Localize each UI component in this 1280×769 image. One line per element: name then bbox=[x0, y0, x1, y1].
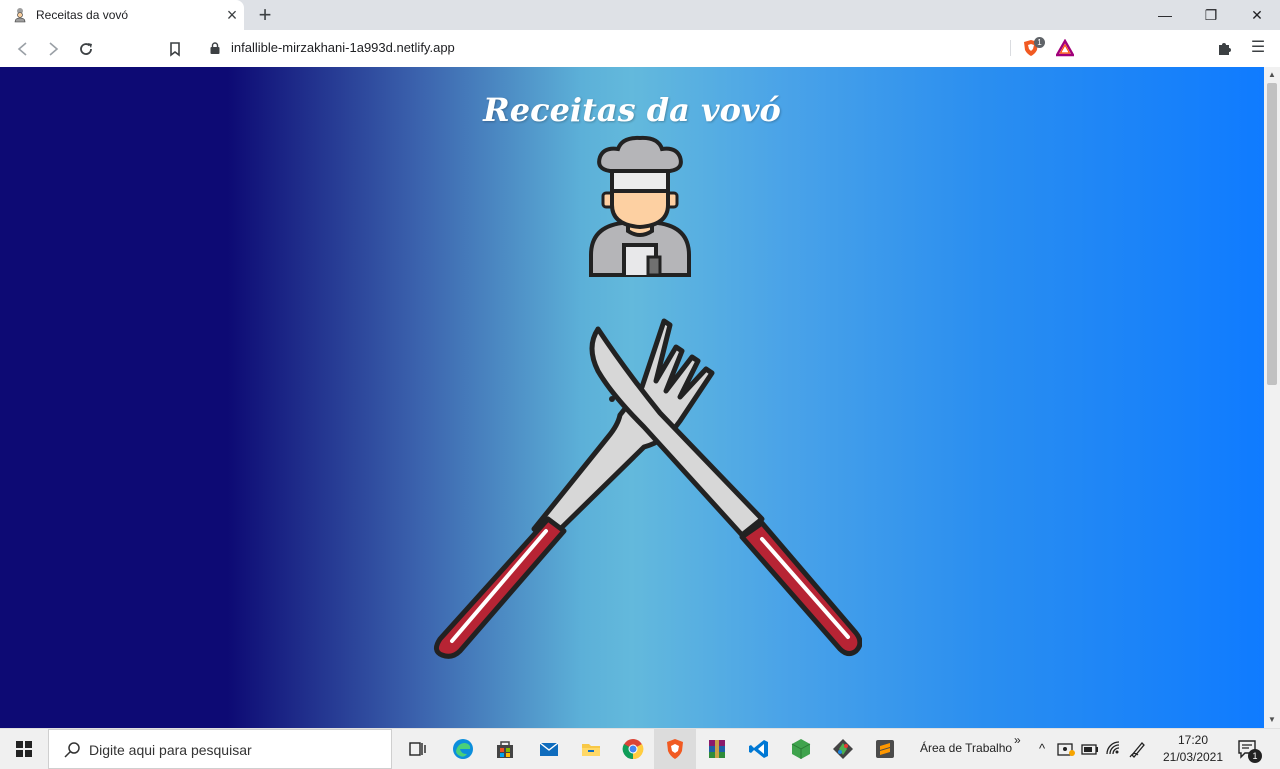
taskbar-app-file-explorer[interactable] bbox=[570, 729, 612, 769]
taskbar-app-store[interactable] bbox=[484, 729, 526, 769]
taskbar-app-edge[interactable] bbox=[442, 729, 484, 769]
forward-arrow-icon[interactable] bbox=[40, 36, 66, 62]
omnibox-divider bbox=[1010, 40, 1011, 56]
brave-icon bbox=[667, 739, 683, 759]
wifi-icon[interactable] bbox=[1104, 739, 1124, 759]
back-arrow-icon[interactable] bbox=[10, 36, 36, 62]
windows-taskbar: Digite aqui para pesquisar Área de Traba… bbox=[0, 728, 1280, 769]
taskbar-app-winrar[interactable] bbox=[696, 729, 738, 769]
shield-count-badge: 1 bbox=[1034, 37, 1045, 48]
taskbar-app-chrome[interactable] bbox=[612, 729, 654, 769]
browser-menu-icon[interactable]: ☰ bbox=[1248, 38, 1268, 58]
cube-icon bbox=[791, 739, 811, 759]
maximize-button[interactable]: ❐ bbox=[1188, 0, 1234, 30]
chef-illustration bbox=[589, 135, 691, 277]
extensions-puzzle-icon[interactable] bbox=[1215, 38, 1235, 58]
battery-icon[interactable] bbox=[1080, 739, 1100, 759]
chef-favicon-icon bbox=[14, 8, 26, 23]
new-tab-button[interactable]: + bbox=[254, 4, 276, 26]
git-icon bbox=[833, 739, 853, 759]
search-placeholder: Digite aqui para pesquisar bbox=[89, 742, 252, 758]
notification-count-badge: 1 bbox=[1248, 749, 1262, 763]
desktop-toolbar-chevron-icon[interactable]: » bbox=[1014, 733, 1021, 747]
clock-date[interactable]: 21/03/2021 bbox=[1160, 750, 1226, 764]
taskbar-app-git[interactable] bbox=[822, 729, 864, 769]
tab-title: Receitas da vovó bbox=[36, 8, 129, 22]
search-icon bbox=[64, 742, 80, 758]
bookmark-icon[interactable] bbox=[162, 36, 188, 62]
crossed-fork-and-knife-illustration bbox=[434, 318, 862, 659]
task-view-icon bbox=[409, 742, 426, 756]
clock-time[interactable]: 17:20 bbox=[1160, 733, 1226, 747]
browser-toolbar: infallible-mirzakhani-1a993d.netlify.app… bbox=[0, 30, 1280, 68]
taskbar-app-cube[interactable] bbox=[780, 729, 822, 769]
taskbar-app-mail[interactable] bbox=[528, 729, 570, 769]
pen-workspace-icon[interactable] bbox=[1128, 739, 1148, 759]
store-icon bbox=[497, 741, 513, 758]
sublime-text-icon bbox=[876, 740, 894, 758]
tab-close-icon[interactable]: × bbox=[222, 5, 242, 25]
mail-icon bbox=[539, 742, 559, 756]
winrar-icon bbox=[709, 740, 725, 758]
taskbar-app-sublime[interactable] bbox=[864, 729, 906, 769]
address-bar[interactable]: infallible-mirzakhani-1a993d.netlify.app… bbox=[198, 34, 1082, 62]
lock-icon bbox=[210, 42, 220, 54]
page-title: Receitas da vovó bbox=[483, 91, 781, 129]
tray-overflow-chevron-icon[interactable]: ^ bbox=[1032, 739, 1052, 759]
edge-icon bbox=[453, 739, 473, 759]
brave-rewards-icon[interactable] bbox=[1056, 39, 1074, 57]
page-scrollbar[interactable]: ▲ ▼ bbox=[1264, 67, 1280, 728]
vscode-icon bbox=[749, 740, 768, 758]
browser-tab[interactable]: Receitas da vovó × bbox=[0, 0, 244, 30]
meet-now-icon[interactable] bbox=[1056, 739, 1076, 759]
scroll-up-arrow-icon[interactable]: ▲ bbox=[1264, 67, 1280, 83]
taskbar-app-brave[interactable] bbox=[654, 729, 696, 769]
url-text[interactable]: infallible-mirzakhani-1a993d.netlify.app bbox=[231, 40, 455, 55]
task-view-button[interactable] bbox=[396, 729, 438, 769]
tab-strip: Receitas da vovó × + — ❐ ✕ bbox=[0, 0, 1280, 30]
scroll-down-arrow-icon[interactable]: ▼ bbox=[1264, 712, 1280, 728]
desktop-toolbar-label[interactable]: Área de Trabalho bbox=[920, 741, 1012, 755]
close-window-button[interactable]: ✕ bbox=[1234, 0, 1280, 30]
page-viewport: Receitas da vovó bbox=[0, 67, 1264, 728]
chrome-icon bbox=[622, 739, 644, 760]
reload-icon[interactable] bbox=[73, 36, 99, 62]
minimize-button[interactable]: — bbox=[1142, 0, 1188, 30]
folder-icon bbox=[582, 744, 600, 756]
fork-graphic bbox=[434, 318, 715, 659]
knife-graphic bbox=[589, 326, 862, 657]
windows-start-icon[interactable] bbox=[0, 729, 48, 769]
taskbar-app-vscode[interactable] bbox=[738, 729, 780, 769]
scroll-thumb[interactable] bbox=[1267, 83, 1277, 385]
taskbar-search-input[interactable]: Digite aqui para pesquisar bbox=[48, 729, 392, 769]
